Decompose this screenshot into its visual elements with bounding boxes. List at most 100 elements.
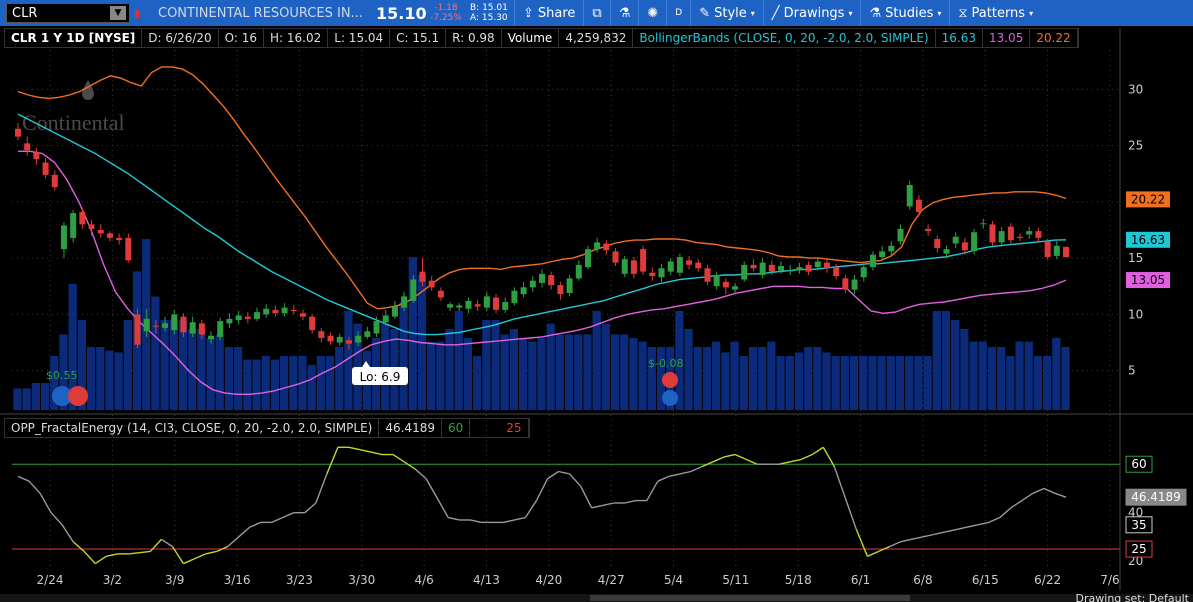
low-value: L: 15.04 (328, 29, 391, 47)
candle-body (566, 278, 573, 293)
volume-bar (721, 352, 730, 410)
candle-body (15, 128, 21, 137)
drawing-set-label[interactable]: Drawing set: Default (1076, 592, 1189, 602)
fe-segment (403, 461, 416, 470)
volume-bar (234, 347, 243, 410)
fe-segment (657, 475, 670, 482)
candle-body (989, 224, 996, 243)
price-tick-label: 30 (1128, 82, 1143, 96)
volume-bar (445, 329, 454, 410)
fe-segment (139, 550, 151, 554)
study-label[interactable]: OPP_FractalEnergy (14, CI3, CLOSE, 0, 20… (5, 419, 380, 437)
bb-label[interactable]: BollingerBands (CLOSE, 0, 20, -2.0, 2.0,… (633, 29, 936, 47)
earnings-marker-icon[interactable] (68, 386, 88, 406)
fe-segment (558, 470, 570, 475)
bb-mid-badge: 16.63 (1131, 233, 1165, 247)
candle-body (189, 322, 196, 334)
volume-bar (997, 347, 1006, 410)
candle-body (851, 279, 858, 290)
candle-body (961, 242, 968, 251)
price-tick-label: 5 (1128, 364, 1136, 378)
candle-body (143, 318, 150, 332)
time-tick-label: 4/6 (414, 573, 433, 587)
svg-text:Continental: Continental (22, 110, 125, 135)
volume-bar (1015, 341, 1024, 410)
volume-bar (325, 356, 335, 410)
fe-value-badge: 46.4189 (1131, 490, 1181, 504)
candle-body (952, 236, 959, 244)
volume-bar (307, 365, 316, 410)
volume-bar (712, 341, 721, 410)
candle-body (860, 267, 867, 278)
volume-bar (482, 320, 491, 410)
fe-segment (624, 499, 636, 504)
volume-bar (546, 323, 555, 410)
volume-bar (537, 338, 546, 410)
candle-body (759, 262, 766, 275)
time-tick-label: 5/4 (664, 573, 683, 587)
candle-body (355, 335, 362, 343)
dividend-marker-icon[interactable] (662, 390, 678, 406)
volume-bar (868, 356, 877, 410)
candle-body (869, 254, 876, 268)
horizontal-scrollbar[interactable] (0, 594, 1193, 602)
fe-segment (326, 447, 339, 475)
low-bubble-text: Lo: 6.9 (360, 370, 401, 384)
candle-body (493, 297, 500, 310)
volume-bar (555, 334, 564, 410)
fe-segment (249, 521, 261, 528)
fe-segment (94, 555, 107, 565)
volume-bar (399, 302, 408, 410)
fe-segment (72, 541, 85, 552)
volume-bar (758, 347, 767, 410)
fe-segment (668, 473, 681, 478)
candle-body (557, 285, 564, 295)
volume-bar (381, 323, 390, 410)
candle-body (51, 174, 58, 188)
candle-body (704, 268, 711, 282)
candle-body (226, 318, 233, 324)
fe-segment (348, 446, 361, 451)
candle-body (198, 323, 205, 335)
time-tick-label: 5/18 (785, 573, 812, 587)
fe-segment (734, 453, 747, 461)
volume-bar (638, 341, 647, 410)
volume-bar (730, 341, 739, 410)
fe-segment (448, 516, 460, 521)
scrollbar-thumb[interactable] (590, 595, 910, 601)
time-tick-label: 2/24 (37, 573, 64, 587)
fe-segment (304, 502, 317, 514)
fe-segment (867, 550, 879, 557)
volume-bar (280, 356, 289, 410)
candle-body (502, 302, 509, 310)
candle-body (162, 323, 169, 328)
dividend-label-2: $-0.08 (648, 357, 683, 370)
candle-body (437, 290, 444, 298)
candle-body (814, 261, 821, 268)
candle-body (235, 315, 242, 320)
volume-bar (1033, 356, 1043, 410)
volume-bar (895, 356, 905, 410)
time-tick-label: 6/15 (972, 573, 999, 587)
fe-segment (238, 526, 251, 538)
volume-bar (316, 356, 325, 410)
chart-info-bar: CLR 1 Y 1D [NYSE] D: 6/26/20 O: 16 H: 16… (4, 28, 1079, 48)
candle-body (272, 309, 279, 314)
candle-body (391, 306, 398, 317)
volume-bar (215, 334, 224, 410)
study-info-bar: OPP_FractalEnergy (14, CI3, CLOSE, 0, 20… (4, 418, 530, 438)
price-chart[interactable]: Continental 510152025302/243/23/93/163/2… (0, 0, 1193, 602)
volume-bar (693, 347, 702, 410)
volume-bar (261, 356, 270, 410)
time-tick-label: 3/23 (286, 573, 313, 587)
volume-bar (22, 388, 31, 410)
volume-bar (620, 334, 629, 410)
fractal-energy-pane (12, 446, 1120, 565)
volume-bar (243, 359, 252, 410)
candle-body (465, 300, 472, 309)
volume-bar (86, 347, 96, 410)
candle-body (520, 287, 527, 295)
earnings-marker-icon[interactable] (662, 372, 678, 388)
fe-segment (271, 516, 284, 524)
volume-bar (601, 323, 610, 410)
